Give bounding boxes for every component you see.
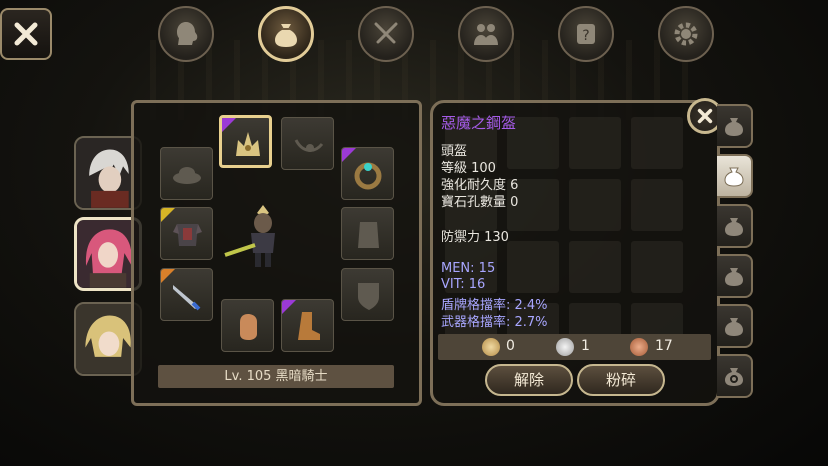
armor-icon <box>173 224 202 246</box>
boots-slot[interactable] <box>281 299 334 352</box>
blade-icon <box>173 285 201 311</box>
inventory-cell <box>631 117 683 169</box>
close-icon <box>697 108 713 124</box>
helmet-slot[interactable] <box>219 115 272 168</box>
gold-coin-icon <box>482 338 500 356</box>
search-bag-icon <box>725 368 743 386</box>
inventory-cell <box>569 117 621 169</box>
bag-icon <box>275 24 297 47</box>
people-icon <box>474 24 498 45</box>
character-level-bar: Lv. 105 黑暗騎士 <box>158 365 394 388</box>
character-level-label: Lv. 105 黑暗騎士 <box>224 369 328 384</box>
cloak-placeholder-icon <box>358 222 379 248</box>
item-stat-men: MEN: 15 <box>441 261 496 276</box>
inventory-cell <box>631 241 683 293</box>
tab-inventory[interactable] <box>258 6 314 62</box>
tab-character[interactable] <box>158 6 214 62</box>
bag-tab-1[interactable] <box>717 104 753 148</box>
top-navigation: ? <box>0 6 828 66</box>
copper-amount: 17 <box>655 338 673 354</box>
shield-slot[interactable] <box>341 268 394 321</box>
ring-icon <box>354 162 382 190</box>
inventory-cell <box>569 241 621 293</box>
currency-bar: 0 1 17 <box>438 334 711 360</box>
smash-button[interactable]: 粉碎 <box>577 364 665 396</box>
bag-icon <box>725 318 743 336</box>
gear-icon <box>674 22 698 46</box>
item-stat-weapon-block: 武器格擋率: 2.7% <box>441 315 548 330</box>
silver-amount: 1 <box>581 338 590 354</box>
character-model <box>224 205 275 267</box>
unequip-button[interactable]: 解除 <box>485 364 573 396</box>
bag-tab-5[interactable] <box>717 304 753 348</box>
cloak-slot[interactable] <box>341 207 394 260</box>
bag-tab-search[interactable] <box>717 354 753 398</box>
gold-amount: 0 <box>506 338 515 354</box>
armor-slot[interactable] <box>160 207 213 260</box>
scroll-icon: ? <box>577 24 595 44</box>
tab-settings[interactable] <box>658 6 714 62</box>
item-gem-slots: 寶石孔數量 0 <box>441 195 519 210</box>
copper-coin-icon <box>630 338 648 356</box>
necklace-placeholder-icon <box>294 139 324 152</box>
bag-tab-3[interactable] <box>717 204 753 248</box>
inventory-cell <box>569 179 621 231</box>
bag-icon <box>724 167 744 187</box>
head-silhouette-icon <box>177 22 198 45</box>
silver-coin-icon <box>556 338 574 356</box>
swords-icon <box>374 22 398 44</box>
item-defense: 防禦力 130 <box>441 230 509 245</box>
bag-tab-2[interactable] <box>717 154 753 198</box>
svg-text:?: ? <box>582 28 589 44</box>
necklace-slot[interactable] <box>281 117 334 170</box>
bag-tab-4[interactable] <box>717 254 753 298</box>
item-name: 惡魔之鋼盔 <box>441 114 517 132</box>
bag-icon <box>725 268 743 286</box>
weapon-slot[interactable] <box>160 268 213 321</box>
bag-icon <box>725 218 743 236</box>
pink-haired-portrait-icon <box>77 220 139 288</box>
inventory-cell <box>507 241 559 293</box>
shield-placeholder-icon <box>358 283 379 310</box>
hat-slot[interactable] <box>160 147 213 200</box>
tab-quests[interactable]: ? <box>558 6 614 62</box>
helmet-icon <box>236 132 260 156</box>
boots-icon <box>298 312 320 340</box>
tab-social[interactable] <box>458 6 514 62</box>
gloves-slot[interactable] <box>221 299 274 352</box>
bag-icon <box>725 118 743 136</box>
earring-slot[interactable] <box>341 147 394 200</box>
inventory-cell <box>631 179 683 231</box>
gloves-icon <box>240 314 257 340</box>
item-stat-vit: VIT: 16 <box>441 277 486 292</box>
tab-skills[interactable] <box>358 6 414 62</box>
hat-placeholder-icon <box>173 167 201 184</box>
